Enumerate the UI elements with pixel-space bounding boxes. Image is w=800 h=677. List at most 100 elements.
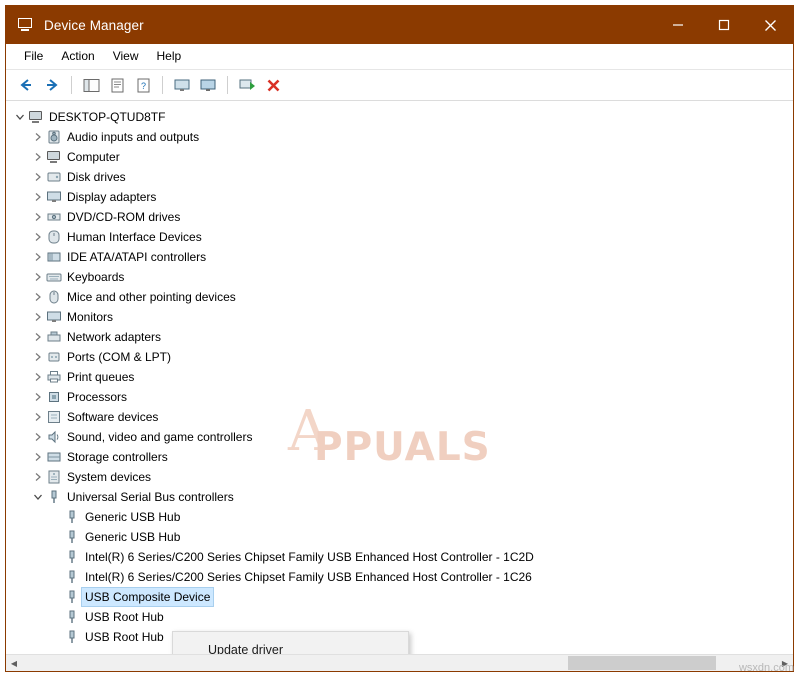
tree-node-disk-drives[interactable]: Disk drives — [6, 167, 793, 187]
minimize-icon[interactable] — [655, 6, 701, 44]
tree-node-sound-video-game[interactable]: Sound, video and game controllers — [6, 427, 793, 447]
context-menu[interactable]: Update driver Uninstall device Scan for … — [172, 631, 409, 654]
tree-node-generic-usb-hub-1[interactable]: Generic USB Hub — [6, 507, 793, 527]
tree-node-usb-controllers[interactable]: Universal Serial Bus controllers — [6, 487, 793, 507]
tree-node-print-queues[interactable]: Print queues — [6, 367, 793, 387]
tree-node-label: Human Interface Devices — [67, 229, 202, 245]
tree-node-computer[interactable]: Computer — [6, 147, 793, 167]
menu-help[interactable]: Help — [148, 46, 191, 67]
question-mark-icon[interactable]: ? — [131, 74, 155, 96]
tree-node-audio[interactable]: Audio inputs and outputs — [6, 127, 793, 147]
tree-pane-icon[interactable] — [79, 74, 103, 96]
arrow-right-icon[interactable] — [40, 74, 64, 96]
chevron-right-icon[interactable] — [30, 247, 46, 267]
context-menu-item-update-driver[interactable]: Update driver — [173, 636, 408, 654]
tree-node-ide-controllers[interactable]: IDE ATA/ATAPI controllers — [6, 247, 793, 267]
chevron-down-icon[interactable] — [30, 487, 46, 507]
chevron-right-icon[interactable] — [30, 467, 46, 487]
tree-node-label: DVD/CD-ROM drives — [67, 209, 180, 225]
maximize-icon[interactable] — [701, 6, 747, 44]
disk-icon — [46, 169, 62, 185]
disc-icon — [46, 209, 62, 225]
toolbar-separator-2 — [162, 76, 163, 94]
chevron-right-icon[interactable] — [30, 387, 46, 407]
tree-node-intel-host-controller-1c26[interactable]: Intel(R) 6 Series/C200 Series Chipset Fa… — [6, 567, 793, 587]
properties-icon[interactable] — [105, 74, 129, 96]
chevron-right-icon[interactable] — [30, 447, 46, 467]
chevron-down-icon[interactable] — [12, 107, 28, 127]
printer-icon — [46, 369, 62, 385]
title-bar: Device Manager — [6, 6, 793, 44]
scan-icon[interactable] — [235, 74, 259, 96]
chevron-right-icon[interactable] — [30, 287, 46, 307]
chevron-right-icon[interactable] — [30, 147, 46, 167]
chevron-right-icon[interactable] — [30, 327, 46, 347]
tree-node-label: Intel(R) 6 Series/C200 Series Chipset Fa… — [85, 569, 532, 585]
computer-icon — [28, 109, 44, 125]
chevron-right-icon[interactable] — [30, 347, 46, 367]
monitor-icon[interactable] — [170, 74, 194, 96]
window-title: Device Manager — [44, 18, 144, 33]
menu-action[interactable]: Action — [52, 46, 103, 67]
tree-node-network-adapters[interactable]: Network adapters — [6, 327, 793, 347]
tree-node-label: DESKTOP-QTUD8TF — [49, 109, 165, 125]
scrollbar-thumb[interactable] — [568, 656, 716, 670]
tree-node-label: Software devices — [67, 409, 158, 425]
usb-device-icon — [64, 529, 80, 545]
tree-node-label: Processors — [67, 389, 127, 405]
tree-node-mice[interactable]: Mice and other pointing devices — [6, 287, 793, 307]
tree-node-keyboards[interactable]: Keyboards — [6, 267, 793, 287]
system-icon — [46, 469, 62, 485]
tree-node-dvd-cdrom[interactable]: DVD/CD-ROM drives — [6, 207, 793, 227]
tree-node-usb-composite-device[interactable]: USB Composite Device — [6, 587, 793, 607]
usb-device-icon — [64, 549, 80, 565]
tree-node-intel-host-controller-1c2d[interactable]: Intel(R) 6 Series/C200 Series Chipset Fa… — [6, 547, 793, 567]
horizontal-scrollbar[interactable]: ◀ ▶ — [6, 654, 793, 671]
tree-node-ports[interactable]: Ports (COM & LPT) — [6, 347, 793, 367]
menu-view[interactable]: View — [104, 46, 148, 67]
chevron-right-icon[interactable] — [30, 207, 46, 227]
sound-icon — [46, 429, 62, 445]
chevron-right-icon[interactable] — [30, 307, 46, 327]
close-icon[interactable] — [747, 6, 793, 44]
usb-device-icon — [64, 629, 80, 645]
tree-node-monitors[interactable]: Monitors — [6, 307, 793, 327]
chevron-right-icon[interactable] — [30, 427, 46, 447]
processor-icon — [46, 389, 62, 405]
tree-node-label: Print queues — [67, 369, 134, 385]
chevron-right-icon[interactable] — [30, 407, 46, 427]
tree-node-label: Intel(R) 6 Series/C200 Series Chipset Fa… — [85, 549, 534, 565]
tree-node-usb-root-hub-1[interactable]: USB Root Hub — [6, 607, 793, 627]
tree-node-root[interactable]: DESKTOP-QTUD8TF — [6, 107, 793, 127]
tree-node-system-devices[interactable]: System devices — [6, 467, 793, 487]
tree-node-storage-controllers[interactable]: Storage controllers — [6, 447, 793, 467]
chevron-right-icon[interactable] — [30, 227, 46, 247]
tree-node-label: Audio inputs and outputs — [67, 129, 199, 145]
tree-node-label: USB Root Hub — [85, 629, 164, 645]
tree-node-label: Generic USB Hub — [85, 509, 180, 525]
chevron-right-icon[interactable] — [30, 167, 46, 187]
usb-device-icon — [64, 589, 80, 605]
menu-file[interactable]: File — [15, 46, 52, 67]
scroll-left-arrow-icon[interactable]: ◀ — [6, 655, 22, 671]
device-tree[interactable]: DESKTOP-QTUD8TF Audio inputs and outputs… — [6, 101, 793, 654]
tree-node-display-adapters[interactable]: Display adapters — [6, 187, 793, 207]
usb-device-icon — [64, 569, 80, 585]
screen-icon[interactable] — [196, 74, 220, 96]
tree-node-label: Ports (COM & LPT) — [67, 349, 171, 365]
tree-node-generic-usb-hub-2[interactable]: Generic USB Hub — [6, 527, 793, 547]
chevron-right-icon[interactable] — [30, 127, 46, 147]
tree-node-hid[interactable]: Human Interface Devices — [6, 227, 793, 247]
toolbar-separator-1 — [71, 76, 72, 94]
tree-node-software-devices[interactable]: Software devices — [6, 407, 793, 427]
menu-bar: File Action View Help — [6, 44, 793, 70]
display-icon — [46, 189, 62, 205]
chevron-right-icon[interactable] — [30, 367, 46, 387]
arrow-left-icon[interactable] — [14, 74, 38, 96]
red-x-icon[interactable] — [261, 74, 285, 96]
speaker-icon — [46, 129, 62, 145]
tree-node-label: System devices — [67, 469, 151, 485]
chevron-right-icon[interactable] — [30, 187, 46, 207]
chevron-right-icon[interactable] — [30, 267, 46, 287]
tree-node-processors[interactable]: Processors — [6, 387, 793, 407]
